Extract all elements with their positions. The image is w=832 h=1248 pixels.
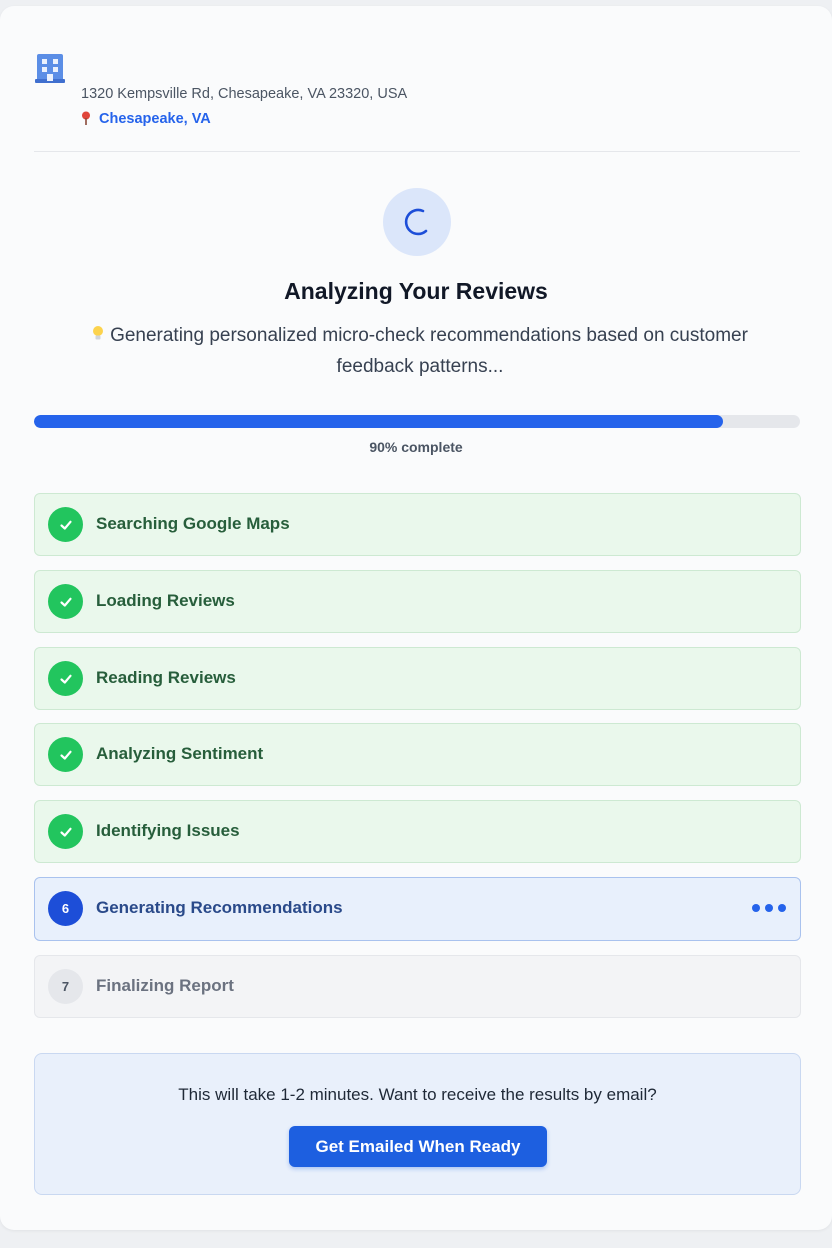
step-label: Generating Recommendations [96, 898, 343, 917]
step-item: 7 Finalizing Report [34, 955, 801, 1018]
step-item: Reading Reviews [34, 647, 801, 710]
step-label: Loading Reviews [96, 591, 235, 610]
step-label: Finalizing Report [96, 976, 234, 995]
step-item: Loading Reviews [34, 570, 801, 633]
business-city[interactable]: Chesapeake, VA [81, 111, 211, 127]
check-icon [48, 814, 83, 849]
step-item: Searching Google Maps [34, 493, 801, 556]
step-number: 7 [48, 969, 83, 1004]
progress-bar-fill [34, 415, 724, 428]
check-icon [48, 661, 83, 696]
business-address: 1320 Kempsville Rd, Chesapeake, VA 23320… [81, 86, 408, 102]
email-prompt-text: This will take 1-2 minutes. Want to rece… [178, 1085, 657, 1104]
step-label: Reading Reviews [96, 668, 236, 687]
check-icon [48, 584, 83, 619]
building-icon [35, 54, 65, 83]
header-divider [34, 151, 800, 152]
status-subtitle: Generating personalized micro-check reco… [80, 320, 760, 382]
loading-spinner-icon [404, 208, 428, 236]
loading-spinner [383, 188, 451, 256]
step-item: 6 Generating Recommendations [34, 877, 801, 941]
step-number: 6 [48, 891, 83, 926]
status-subtitle-text: Generating personalized micro-check reco… [110, 325, 748, 377]
step-label: Identifying Issues [96, 821, 240, 840]
email-prompt-panel: This will take 1-2 minutes. Want to rece… [34, 1053, 801, 1195]
step-label: Analyzing Sentiment [96, 744, 264, 763]
step-item: Analyzing Sentiment [34, 723, 801, 786]
get-emailed-button[interactable]: Get Emailed When Ready [289, 1126, 547, 1167]
check-icon [48, 737, 83, 772]
step-item: Identifying Issues [34, 800, 801, 863]
progress-bar [34, 415, 800, 428]
page-title: Analyzing Your Reviews [284, 278, 548, 304]
analysis-card: 1320 Kempsville Rd, Chesapeake, VA 23320… [0, 6, 832, 1230]
business-city-label: Chesapeake, VA [99, 111, 211, 127]
ellipsis-icon [752, 904, 786, 912]
step-label: Searching Google Maps [96, 514, 290, 533]
progress-label: 90% complete [369, 439, 463, 455]
map-pin-icon [82, 111, 90, 125]
lightbulb-icon [93, 326, 104, 340]
check-icon [48, 507, 83, 542]
